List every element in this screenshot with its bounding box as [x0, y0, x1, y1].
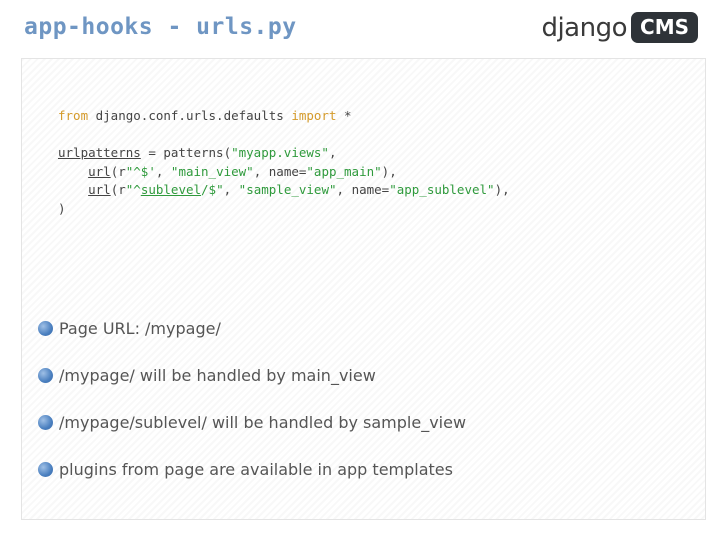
list-item: plugins from page are available in app t…: [38, 457, 466, 481]
raw-prefix: (r: [110, 182, 126, 197]
code-line-1: from django.conf.urls.defaults import *: [58, 108, 352, 123]
main-view-string: "main_view": [170, 163, 254, 179]
code-line-2: urlpatterns = patterns("myapp.views",: [58, 145, 336, 160]
bullet-text: /mypage/sublevel/ will be handled by sam…: [59, 412, 467, 432]
bullet-text: /mypage/ will be handled by main_view: [59, 365, 376, 385]
code-line-5: ): [58, 200, 66, 216]
name-kwarg: , name=: [336, 182, 390, 197]
root-pattern-string: "^$': [125, 163, 156, 179]
list-item: /mypage/ will be handled by main_view: [38, 363, 466, 387]
sublevel-pattern-word: sublevel: [140, 182, 202, 197]
slide-title: app-hooks - urls.py: [24, 14, 297, 40]
bullet-dot-icon: [38, 367, 53, 383]
patterns-call: = patterns(: [140, 145, 232, 160]
bullet-list: Page URL: /mypage/ /mypage/ will be hand…: [38, 316, 466, 504]
bullet-text: plugins from page are available in app t…: [59, 459, 453, 479]
url-function: url: [88, 163, 111, 179]
list-item: /mypage/sublevel/ will be handled by sam…: [38, 410, 466, 434]
keyword-import: import: [291, 108, 337, 123]
sample-view-string: "sample_view": [238, 182, 337, 197]
bullet-text: Page URL: /mypage/: [59, 318, 221, 338]
module-path: django.conf.urls.defaults: [88, 108, 292, 123]
sublevel-pattern-end: /$": [201, 182, 224, 197]
urlpatterns-name: urlpatterns: [58, 145, 141, 160]
app-sublevel-string: "app_sublevel": [389, 182, 495, 197]
url-function: url: [88, 182, 111, 197]
line-3-end: ),: [381, 163, 397, 179]
list-item: Page URL: /mypage/: [38, 316, 466, 340]
name-kwarg: , name=: [253, 163, 307, 179]
content-panel: from django.conf.urls.defaults import * …: [21, 58, 706, 520]
code-line-4: url(r"^sublevel/$", "sample_view", name=…: [58, 182, 510, 197]
sublevel-pattern-start: "^: [125, 182, 141, 197]
views-module-string: "myapp.views": [231, 145, 329, 160]
separator: ,: [155, 163, 171, 179]
bullet-dot-icon: [38, 461, 53, 477]
bullet-dot-icon: [38, 320, 53, 336]
keyword-from: from: [58, 108, 89, 123]
app-main-string: "app_main": [306, 163, 382, 179]
line-2-end: ,: [328, 145, 337, 160]
import-star: *: [336, 108, 352, 123]
code-line-3: url(r"^$', "main_view", name="app_main")…: [58, 164, 397, 179]
django-cms-logo: django CMS: [541, 12, 698, 43]
bullet-dot-icon: [38, 414, 53, 430]
raw-prefix: (r: [110, 163, 126, 179]
code-block: from django.conf.urls.defaults import * …: [58, 107, 510, 218]
logo-word: django: [541, 12, 628, 43]
logo-badge: CMS: [631, 12, 698, 43]
line-4-end: ),: [494, 182, 510, 197]
separator: ,: [223, 182, 239, 197]
